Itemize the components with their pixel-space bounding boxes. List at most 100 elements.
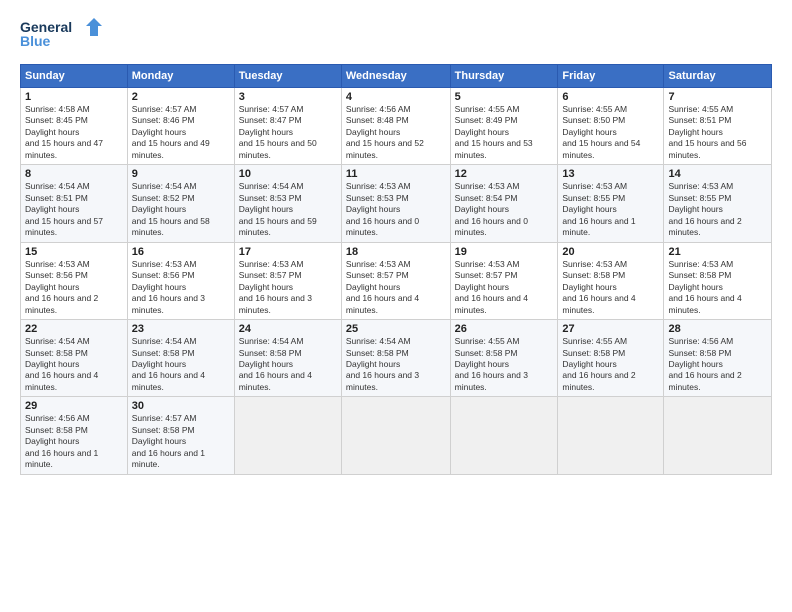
day-cell: 20 Sunrise: 4:53 AMSunset: 8:58 PMDaylig… <box>558 242 664 319</box>
day-info: Sunrise: 4:55 AMSunset: 8:51 PMDaylight … <box>668 104 767 161</box>
day-cell: 23 Sunrise: 4:54 AMSunset: 8:58 PMDaylig… <box>127 320 234 397</box>
day-number: 7 <box>668 91 767 103</box>
day-cell: 21 Sunrise: 4:53 AMSunset: 8:58 PMDaylig… <box>664 242 772 319</box>
day-cell: 30 Sunrise: 4:57 AMSunset: 8:58 PMDaylig… <box>127 397 234 474</box>
day-cell: 22 Sunrise: 4:54 AMSunset: 8:58 PMDaylig… <box>21 320 128 397</box>
day-info: Sunrise: 4:53 AMSunset: 8:57 PMDaylight … <box>346 259 446 316</box>
day-number: 6 <box>562 91 659 103</box>
svg-text:Blue: Blue <box>20 33 51 49</box>
day-info: Sunrise: 4:54 AMSunset: 8:58 PMDaylight … <box>239 336 337 393</box>
day-info: Sunrise: 4:54 AMSunset: 8:58 PMDaylight … <box>132 336 230 393</box>
day-info: Sunrise: 4:53 AMSunset: 8:56 PMDaylight … <box>132 259 230 316</box>
day-info: Sunrise: 4:53 AMSunset: 8:56 PMDaylight … <box>25 259 123 316</box>
day-cell: 26 Sunrise: 4:55 AMSunset: 8:58 PMDaylig… <box>450 320 558 397</box>
day-cell <box>558 397 664 474</box>
day-cell: 13 Sunrise: 4:53 AMSunset: 8:55 PMDaylig… <box>558 165 664 242</box>
day-number: 3 <box>239 91 337 103</box>
day-number: 28 <box>668 323 767 335</box>
day-cell: 4 Sunrise: 4:56 AMSunset: 8:48 PMDayligh… <box>341 88 450 165</box>
day-cell: 28 Sunrise: 4:56 AMSunset: 8:58 PMDaylig… <box>664 320 772 397</box>
week-row-2: 8 Sunrise: 4:54 AMSunset: 8:51 PMDayligh… <box>21 165 772 242</box>
day-number: 12 <box>455 168 554 180</box>
day-number: 20 <box>562 246 659 258</box>
calendar: SundayMondayTuesdayWednesdayThursdayFrid… <box>20 64 772 475</box>
day-number: 5 <box>455 91 554 103</box>
day-cell: 8 Sunrise: 4:54 AMSunset: 8:51 PMDayligh… <box>21 165 128 242</box>
day-cell: 3 Sunrise: 4:57 AMSunset: 8:47 PMDayligh… <box>234 88 341 165</box>
day-number: 4 <box>346 91 446 103</box>
page: General Blue SundayMondayTuesdayWednesda… <box>0 0 792 612</box>
day-number: 23 <box>132 323 230 335</box>
day-cell: 25 Sunrise: 4:54 AMSunset: 8:58 PMDaylig… <box>341 320 450 397</box>
day-cell: 19 Sunrise: 4:53 AMSunset: 8:57 PMDaylig… <box>450 242 558 319</box>
day-info: Sunrise: 4:54 AMSunset: 8:53 PMDaylight … <box>239 181 337 238</box>
day-info: Sunrise: 4:56 AMSunset: 8:48 PMDaylight … <box>346 104 446 161</box>
col-header-wednesday: Wednesday <box>341 65 450 88</box>
day-cell: 11 Sunrise: 4:53 AMSunset: 8:53 PMDaylig… <box>341 165 450 242</box>
day-info: Sunrise: 4:56 AMSunset: 8:58 PMDaylight … <box>668 336 767 393</box>
day-number: 14 <box>668 168 767 180</box>
day-number: 15 <box>25 246 123 258</box>
col-header-monday: Monday <box>127 65 234 88</box>
day-cell: 15 Sunrise: 4:53 AMSunset: 8:56 PMDaylig… <box>21 242 128 319</box>
week-row-1: 1 Sunrise: 4:58 AMSunset: 8:45 PMDayligh… <box>21 88 772 165</box>
col-header-sunday: Sunday <box>21 65 128 88</box>
day-cell: 14 Sunrise: 4:53 AMSunset: 8:55 PMDaylig… <box>664 165 772 242</box>
day-number: 19 <box>455 246 554 258</box>
day-cell: 5 Sunrise: 4:55 AMSunset: 8:49 PMDayligh… <box>450 88 558 165</box>
day-cell: 18 Sunrise: 4:53 AMSunset: 8:57 PMDaylig… <box>341 242 450 319</box>
col-header-saturday: Saturday <box>664 65 772 88</box>
day-info: Sunrise: 4:56 AMSunset: 8:58 PMDaylight … <box>25 413 123 470</box>
day-cell <box>450 397 558 474</box>
day-cell: 1 Sunrise: 4:58 AMSunset: 8:45 PMDayligh… <box>21 88 128 165</box>
day-info: Sunrise: 4:55 AMSunset: 8:58 PMDaylight … <box>562 336 659 393</box>
day-info: Sunrise: 4:54 AMSunset: 8:52 PMDaylight … <box>132 181 230 238</box>
day-cell: 10 Sunrise: 4:54 AMSunset: 8:53 PMDaylig… <box>234 165 341 242</box>
day-number: 1 <box>25 91 123 103</box>
day-number: 24 <box>239 323 337 335</box>
day-cell: 17 Sunrise: 4:53 AMSunset: 8:57 PMDaylig… <box>234 242 341 319</box>
day-cell: 24 Sunrise: 4:54 AMSunset: 8:58 PMDaylig… <box>234 320 341 397</box>
day-info: Sunrise: 4:54 AMSunset: 8:51 PMDaylight … <box>25 181 123 238</box>
day-cell: 7 Sunrise: 4:55 AMSunset: 8:51 PMDayligh… <box>664 88 772 165</box>
day-info: Sunrise: 4:55 AMSunset: 8:49 PMDaylight … <box>455 104 554 161</box>
day-number: 2 <box>132 91 230 103</box>
header: General Blue <box>20 16 772 54</box>
day-info: Sunrise: 4:57 AMSunset: 8:46 PMDaylight … <box>132 104 230 161</box>
day-cell: 2 Sunrise: 4:57 AMSunset: 8:46 PMDayligh… <box>127 88 234 165</box>
day-info: Sunrise: 4:53 AMSunset: 8:57 PMDaylight … <box>455 259 554 316</box>
day-info: Sunrise: 4:53 AMSunset: 8:58 PMDaylight … <box>562 259 659 316</box>
day-number: 27 <box>562 323 659 335</box>
day-info: Sunrise: 4:55 AMSunset: 8:58 PMDaylight … <box>455 336 554 393</box>
logo: General Blue <box>20 16 110 54</box>
day-number: 9 <box>132 168 230 180</box>
day-cell: 9 Sunrise: 4:54 AMSunset: 8:52 PMDayligh… <box>127 165 234 242</box>
day-number: 8 <box>25 168 123 180</box>
week-row-5: 29 Sunrise: 4:56 AMSunset: 8:58 PMDaylig… <box>21 397 772 474</box>
col-header-friday: Friday <box>558 65 664 88</box>
col-header-tuesday: Tuesday <box>234 65 341 88</box>
day-cell: 12 Sunrise: 4:53 AMSunset: 8:54 PMDaylig… <box>450 165 558 242</box>
day-info: Sunrise: 4:55 AMSunset: 8:50 PMDaylight … <box>562 104 659 161</box>
day-cell <box>234 397 341 474</box>
day-cell: 29 Sunrise: 4:56 AMSunset: 8:58 PMDaylig… <box>21 397 128 474</box>
day-info: Sunrise: 4:53 AMSunset: 8:55 PMDaylight … <box>562 181 659 238</box>
day-number: 13 <box>562 168 659 180</box>
day-info: Sunrise: 4:54 AMSunset: 8:58 PMDaylight … <box>346 336 446 393</box>
day-number: 26 <box>455 323 554 335</box>
day-info: Sunrise: 4:54 AMSunset: 8:58 PMDaylight … <box>25 336 123 393</box>
day-info: Sunrise: 4:53 AMSunset: 8:53 PMDaylight … <box>346 181 446 238</box>
logo-svg: General Blue <box>20 16 110 54</box>
day-info: Sunrise: 4:58 AMSunset: 8:45 PMDaylight … <box>25 104 123 161</box>
week-row-4: 22 Sunrise: 4:54 AMSunset: 8:58 PMDaylig… <box>21 320 772 397</box>
week-row-3: 15 Sunrise: 4:53 AMSunset: 8:56 PMDaylig… <box>21 242 772 319</box>
day-number: 18 <box>346 246 446 258</box>
col-header-thursday: Thursday <box>450 65 558 88</box>
day-cell <box>341 397 450 474</box>
day-info: Sunrise: 4:53 AMSunset: 8:54 PMDaylight … <box>455 181 554 238</box>
day-cell: 27 Sunrise: 4:55 AMSunset: 8:58 PMDaylig… <box>558 320 664 397</box>
day-number: 10 <box>239 168 337 180</box>
day-info: Sunrise: 4:53 AMSunset: 8:57 PMDaylight … <box>239 259 337 316</box>
day-cell <box>664 397 772 474</box>
day-cell: 6 Sunrise: 4:55 AMSunset: 8:50 PMDayligh… <box>558 88 664 165</box>
